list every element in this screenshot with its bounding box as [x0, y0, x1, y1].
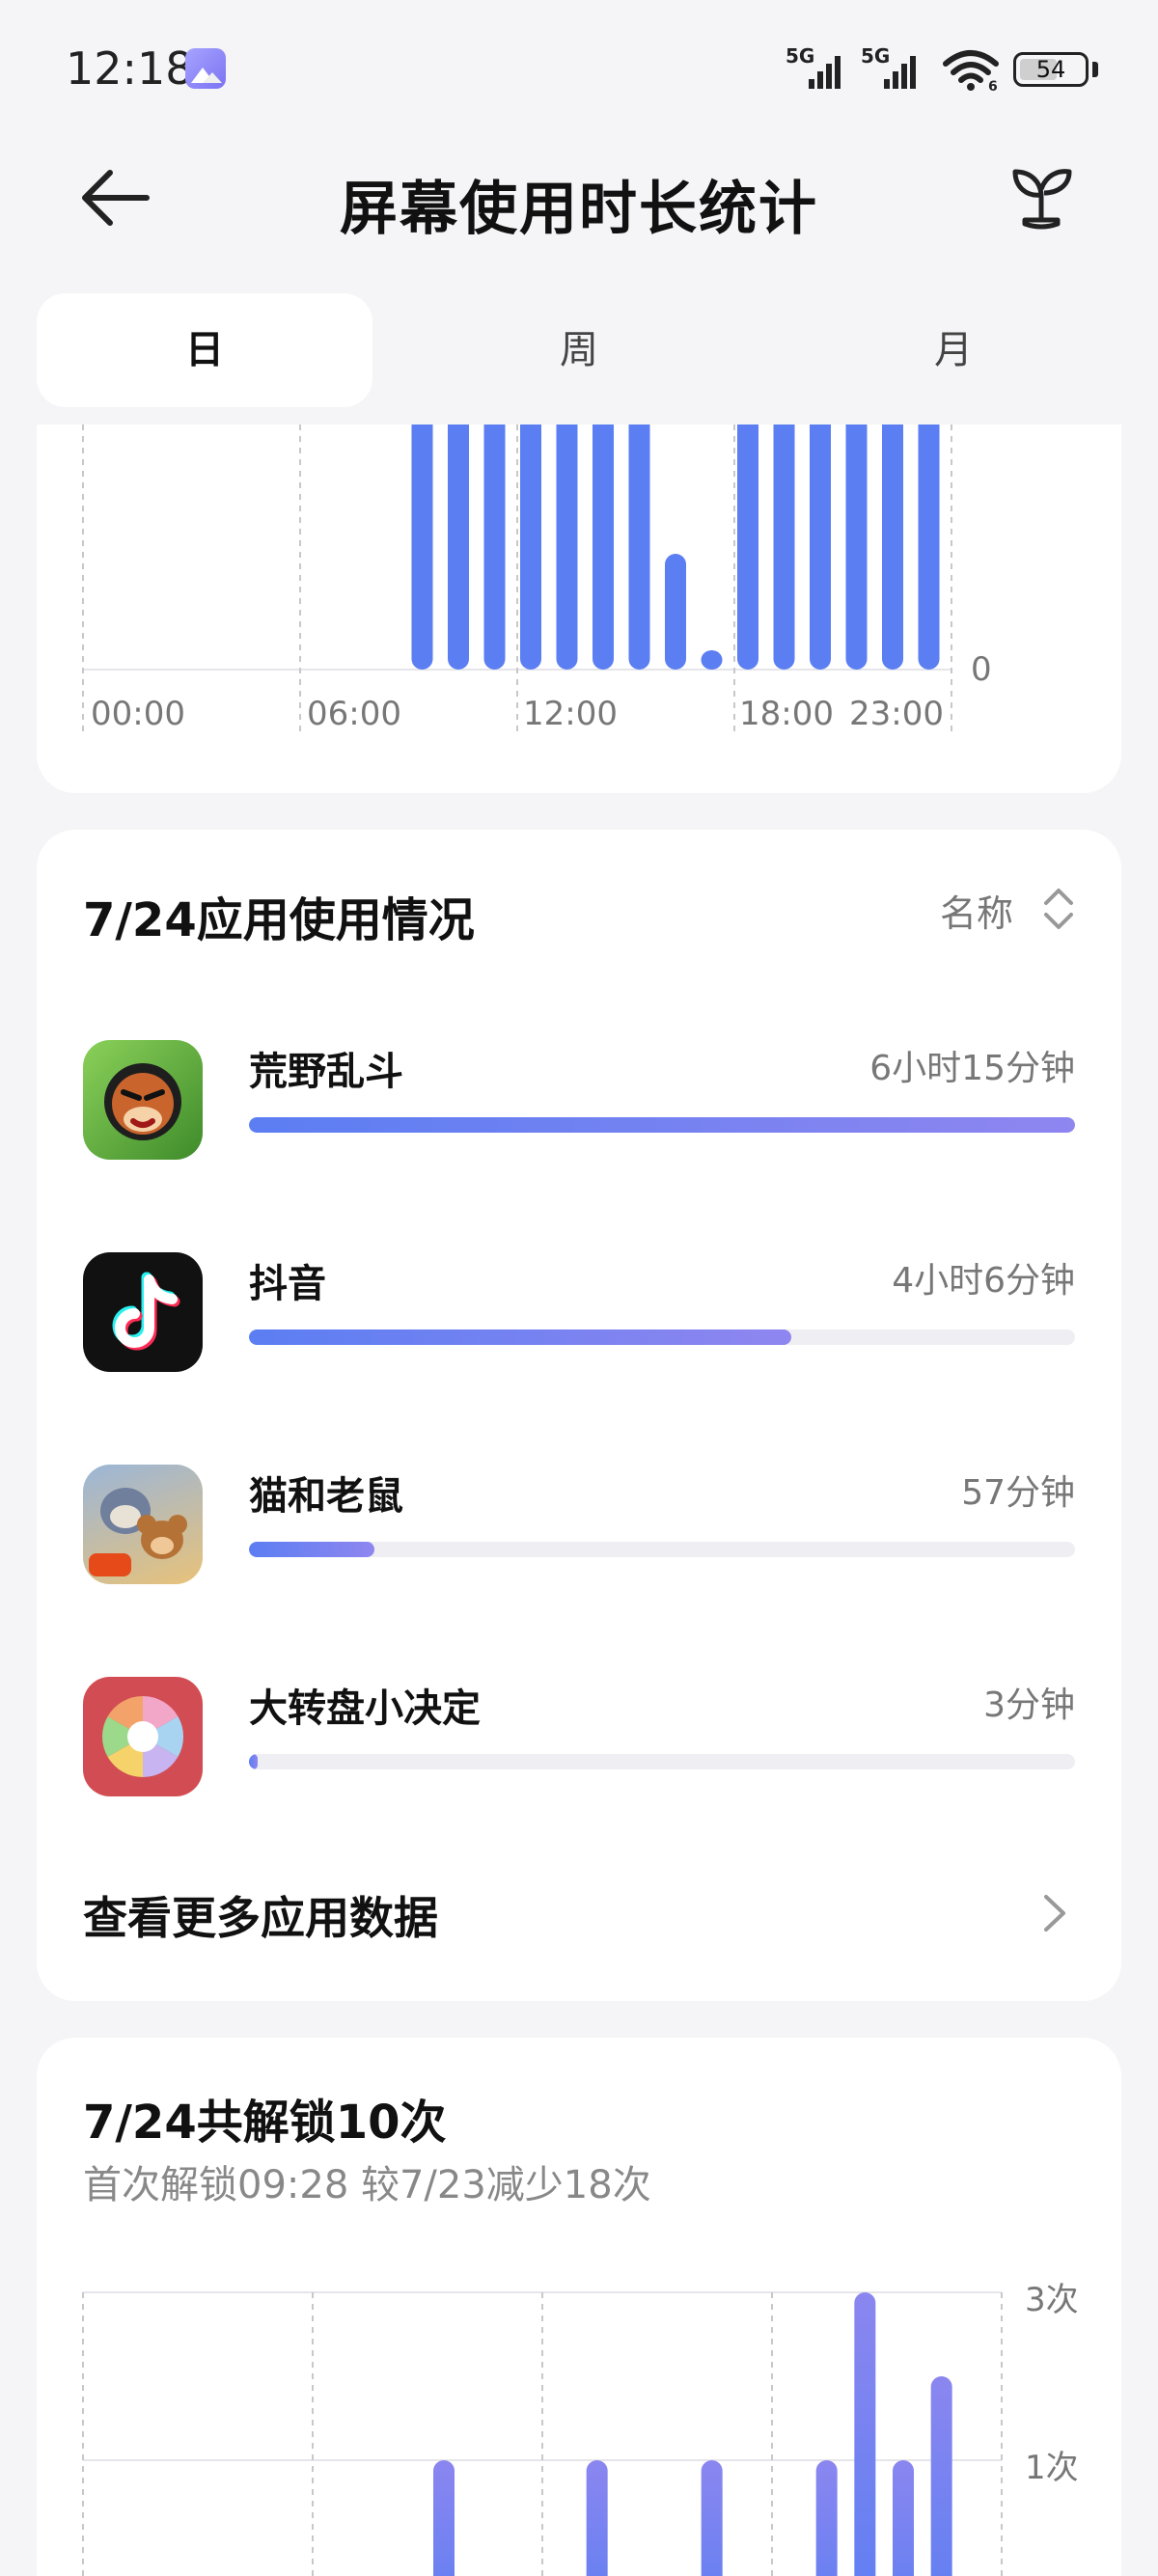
app-row[interactable]: 抖音 4小时6分钟	[83, 1241, 1075, 1372]
app-name: 荒野乱斗	[249, 1050, 403, 1094]
usage-bar	[483, 425, 506, 670]
sort-toggle-icon[interactable]	[1042, 884, 1075, 934]
usage-bar	[773, 425, 795, 670]
app-row[interactable]: 猫和老鼠 57分钟	[83, 1453, 1075, 1584]
douyin-icon	[83, 1252, 203, 1372]
unlock-chart	[82, 2291, 1003, 2576]
unlock-bar	[815, 2460, 838, 2576]
page-title: 屏幕使用时长统计	[340, 176, 818, 243]
app-name: 大转盘小决定	[249, 1686, 481, 1731]
usage-bar	[593, 425, 614, 670]
wheel-decision-icon	[83, 1677, 203, 1796]
chevron-right-icon	[1044, 1895, 1065, 1932]
usage-bar	[628, 425, 650, 670]
usage-bar	[520, 425, 541, 670]
usage-chart-card: 00:00 06:00 12:00 18:00 23:00 0	[37, 425, 1121, 793]
svg-text:6: 6	[988, 79, 998, 91]
usage-progress-bar	[249, 1329, 1075, 1345]
unlock-bar	[433, 2460, 455, 2576]
app-usage-card: 7/24应用使用情况 名称 荒野乱斗 6小时15分钟 抖音 4小时6分钟 猫和老…	[37, 830, 1121, 2001]
wifi-icon: 6	[943, 50, 999, 91]
usage-bar	[556, 425, 578, 670]
x-tick-1800: 18:00	[739, 695, 834, 733]
app-row[interactable]: 荒野乱斗 6小时15分钟	[83, 1028, 1075, 1160]
battery-icon: 54	[1013, 52, 1089, 87]
tab-week[interactable]: 周	[411, 293, 747, 407]
app-usage-time: 6小时15分钟	[869, 1049, 1075, 1088]
tom-and-jerry-icon	[83, 1465, 203, 1584]
x-tick-1200: 12:00	[523, 695, 618, 733]
signal-strength-icon-2: 5G	[861, 44, 932, 89]
usage-bar	[665, 554, 686, 670]
tab-month[interactable]: 月	[786, 293, 1121, 407]
status-time: 12:18	[66, 42, 194, 95]
app-name: 抖音	[249, 1262, 326, 1306]
y-tick-1: 1次	[1025, 2449, 1079, 2487]
brawl-stars-icon	[83, 1040, 203, 1160]
usage-bar	[845, 425, 868, 670]
usage-progress-bar	[249, 1117, 1075, 1133]
signal-strength-icon: 5G	[786, 44, 857, 89]
x-tick-2300: 23:00	[849, 695, 944, 733]
usage-bar	[701, 650, 723, 670]
unlock-stats-card: 7/24共解锁10次 首次解锁09:28 较7/23减少18次 3次 1次	[37, 2038, 1121, 2576]
unlock-bar	[701, 2460, 723, 2576]
sprout-icon[interactable]	[1007, 164, 1075, 232]
y-tick-zero: 0	[971, 650, 992, 689]
period-tabs: 日 周 月	[37, 293, 1121, 407]
usage-progress-bar	[249, 1542, 1075, 1557]
view-more-apps-label: 查看更多应用数据	[83, 1892, 438, 1944]
gallery-notification-icon	[185, 48, 226, 89]
battery-level: 54	[1035, 56, 1066, 83]
usage-bar	[810, 425, 831, 670]
app-row[interactable]: 大转盘小决定 3分钟	[83, 1665, 1075, 1796]
hourly-usage-chart	[82, 425, 952, 731]
usage-bar	[411, 425, 433, 670]
sort-button[interactable]: 名称	[940, 884, 1013, 937]
unlock-bar	[893, 2460, 914, 2576]
view-more-apps-button[interactable]: 查看更多应用数据	[83, 1870, 1075, 1957]
usage-progress-bar	[249, 1754, 1075, 1769]
unlock-bar	[586, 2460, 608, 2576]
x-tick-0000: 00:00	[91, 695, 185, 733]
usage-bar	[737, 425, 758, 670]
tab-day[interactable]: 日	[37, 293, 372, 407]
y-tick-3: 3次	[1025, 2281, 1079, 2319]
unlock-bar	[930, 2376, 952, 2576]
app-name: 猫和老鼠	[249, 1474, 403, 1519]
usage-bar	[448, 425, 469, 670]
app-usage-time: 3分钟	[983, 1685, 1075, 1725]
usage-bar	[918, 425, 940, 670]
unlock-bar	[854, 2292, 876, 2576]
app-usage-title: 7/24应用使用情况	[83, 893, 475, 947]
x-tick-0600: 06:00	[307, 695, 401, 733]
app-usage-time: 57分钟	[961, 1473, 1075, 1513]
status-bar: 12:18 5G 5G 6 54	[0, 0, 1158, 135]
app-header: 屏幕使用时长统计	[0, 135, 1158, 260]
app-usage-time: 4小时6分钟	[892, 1261, 1075, 1301]
usage-bar	[882, 425, 903, 670]
